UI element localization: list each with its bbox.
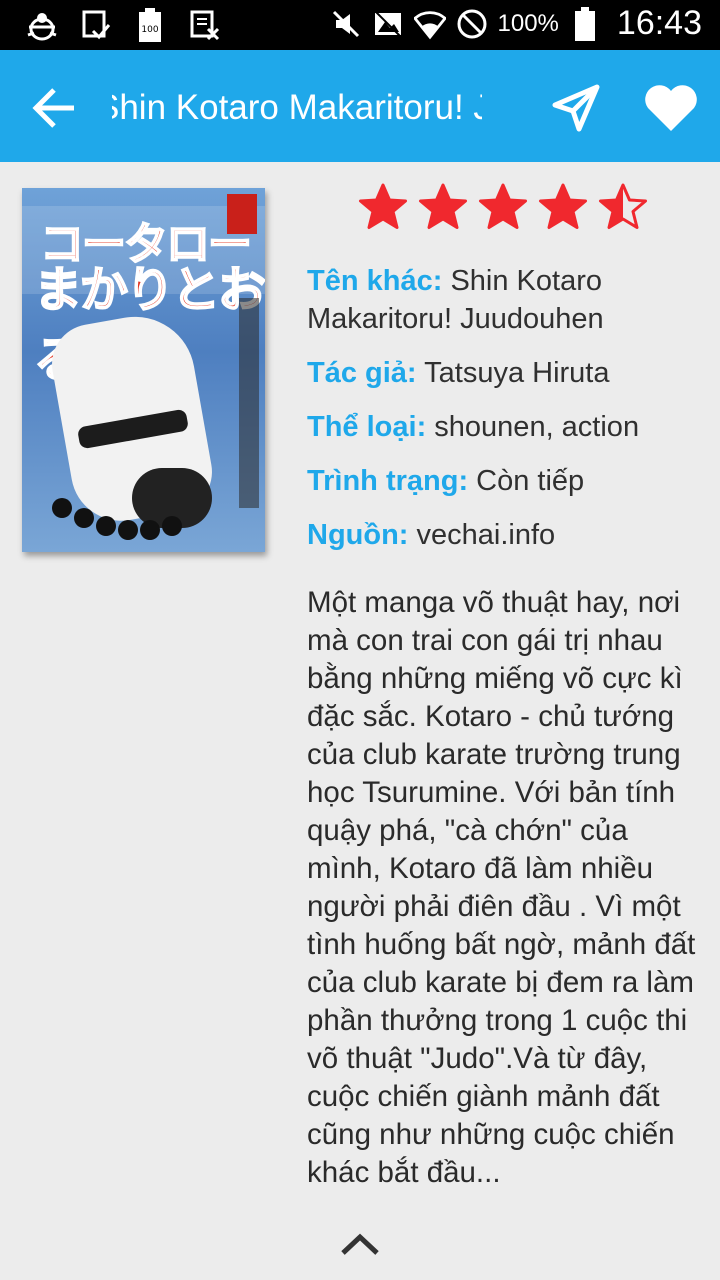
star-full-icon [479, 183, 527, 229]
svg-text:100: 100 [141, 25, 158, 35]
source-label: Nguồn: [307, 519, 409, 551]
share-button[interactable] [546, 78, 606, 138]
other-name-label: Tên khác: [307, 265, 443, 297]
no-image-icon [372, 7, 404, 41]
rating-stars [358, 182, 648, 232]
page-title: Shin Kotaro Makaritoru! Juudouhen [112, 88, 482, 127]
app-bar: Shin Kotaro Makaritoru! Juudouhen [0, 50, 720, 162]
battery-icon [569, 6, 601, 41]
android-debug-icon [26, 8, 58, 42]
heart-icon [645, 85, 697, 131]
cover-beads [52, 498, 182, 540]
chevron-up-icon [341, 1233, 379, 1255]
info-source: Nguồn: vechai.info [307, 516, 702, 554]
genre-value: shounen, action [434, 411, 640, 443]
star-half-icon [599, 183, 647, 229]
status-bar: 100 100% 16:43 [0, 0, 720, 50]
battery-percent: 100% [497, 9, 559, 37]
description: Một manga võ thuật hay, nơi mà con trai … [307, 586, 696, 1189]
cover-image: コータロー まかりとおる! [22, 188, 265, 552]
genre-label: Thể loại: [307, 411, 427, 443]
star-full-icon [539, 183, 587, 229]
status-value: Còn tiếp [476, 465, 585, 497]
navigation-icon [552, 84, 600, 132]
battery-saver-icon: 100 [134, 8, 166, 42]
author-label: Tác giả: [307, 357, 417, 389]
author-value: Tatsuya Hiruta [424, 357, 610, 389]
source-value: vechai.info [416, 519, 556, 551]
star-full-icon [359, 183, 407, 229]
do-not-disturb-icon [456, 7, 488, 41]
info-genre: Thể loại: shounen, action [307, 408, 702, 446]
back-button[interactable] [22, 80, 86, 136]
arrow-left-icon [32, 88, 74, 128]
info-status: Trình trạng: Còn tiếp [307, 462, 702, 500]
info-author: Tác giả: Tatsuya Hiruta [307, 354, 702, 392]
status-label: Trình trạng: [307, 465, 469, 497]
mute-icon [330, 7, 362, 41]
no-sim-icon [188, 8, 220, 42]
clock: 16:43 [616, 4, 702, 42]
screenshot-icon [80, 8, 112, 42]
star-full-icon [419, 183, 467, 229]
status-bar-right-icons: 100% 16:43 [330, 4, 702, 43]
favorite-button[interactable] [638, 78, 704, 138]
info-other-name: Tên khác: Shin Kotaro Makaritoru! Juudou… [307, 262, 702, 338]
wifi-icon [413, 7, 446, 41]
expand-button[interactable] [330, 1222, 390, 1266]
cover-spine-text [239, 298, 259, 508]
info-block: Tên khác: Shin Kotaro Makaritoru! Juudou… [307, 262, 702, 570]
status-bar-left-icons: 100 [26, 8, 220, 42]
title-container: Shin Kotaro Makaritoru! Juudouhen [112, 80, 482, 136]
